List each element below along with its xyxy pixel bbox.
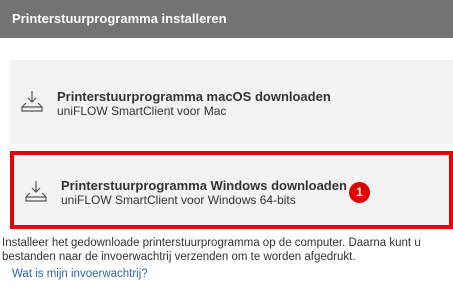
download-macos-sublabel: uniFLOW SmartClient voor Mac: [57, 104, 227, 118]
download-macos-button[interactable]: Printerstuurprogramma macOS downloaden u…: [10, 60, 453, 144]
panel-header: Printerstuurprogramma installeren: [0, 0, 453, 38]
download-windows-button[interactable]: Printerstuurprogramma Windows downloaden…: [10, 151, 453, 229]
download-windows-sublabel: uniFLOW SmartClient voor Windows 64-bits: [61, 193, 296, 207]
download-drive-icon: [21, 91, 43, 112]
download-drive-icon: [25, 181, 47, 202]
panel-title: Printerstuurprogramma installeren: [12, 11, 227, 26]
download-macos-label: Printerstuurprogramma macOS downloaden: [57, 89, 331, 104]
step-badge: 1: [349, 182, 370, 203]
download-windows-label: Printerstuurprogramma Windows downloaden: [61, 178, 347, 193]
install-instructions: Installeer het gedownloade printerstuurp…: [2, 237, 421, 263]
input-queue-help-link[interactable]: Wat is mijn invoerwachtrij?: [12, 268, 148, 280]
